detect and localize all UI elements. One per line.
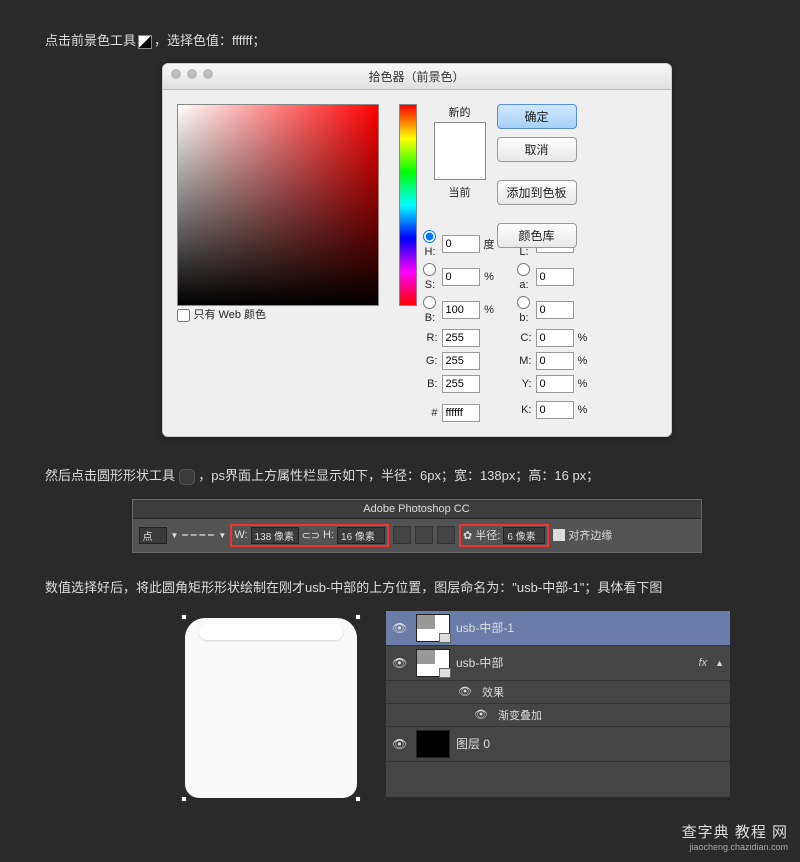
cancel-button[interactable]: 取消	[497, 137, 577, 162]
height-input[interactable]	[337, 527, 385, 544]
align-icon[interactable]	[415, 526, 433, 544]
visibility-icon[interactable]: 👁	[392, 621, 406, 635]
stroke-style[interactable]	[182, 534, 214, 536]
width-input[interactable]	[251, 527, 299, 544]
add-swatch-button[interactable]: 添加到色板	[497, 180, 577, 205]
unit-select[interactable]	[139, 527, 167, 544]
ok-button[interactable]: 确定	[497, 104, 577, 129]
layer-thumb	[416, 649, 450, 677]
radius-input[interactable]	[503, 527, 545, 544]
h-input[interactable]	[442, 235, 480, 253]
layer-row[interactable]: 👁 usb-中部 fx▲	[386, 646, 730, 681]
align-edges-checkbox[interactable]: ✓ 对齐边缘	[553, 527, 612, 543]
instruction-3: 数值选择好后，将此圆角矩形形状绘制在刚才usb-中部的上方位置，图层命名为："u…	[45, 577, 788, 596]
s-input[interactable]	[442, 268, 480, 286]
hex-input[interactable]	[442, 404, 480, 422]
fg-color-swatch	[138, 35, 152, 49]
window-controls[interactable]	[171, 69, 213, 79]
watermark: 查字典 教程 网 jiaocheng.chazidian.com	[682, 821, 788, 852]
s-radio[interactable]: S:	[423, 263, 438, 291]
b-input[interactable]	[442, 375, 480, 393]
instruction-2: 然后点击圆形形状工具 ，ps界面上方属性栏显示如下，半径：6px；宽：138px…	[45, 465, 788, 485]
color-field[interactable]	[177, 104, 379, 306]
layer-thumb	[416, 730, 450, 758]
effect-name: 渐变叠加	[498, 707, 542, 723]
layer-name: usb-中部-1	[456, 619, 514, 636]
visibility-icon[interactable]: 👁	[474, 708, 488, 721]
web-only-checkbox[interactable]: 只有 Web 颜色	[177, 309, 267, 321]
color-lib-button[interactable]: 颜色库	[497, 223, 577, 248]
layer-effects-row[interactable]: 👁 效果	[386, 681, 730, 704]
r-input[interactable]	[442, 329, 480, 347]
visibility-icon[interactable]: 👁	[392, 737, 406, 751]
visibility-icon[interactable]: 👁	[458, 685, 472, 698]
layer-name: usb-中部	[456, 654, 503, 671]
app-title: Adobe Photoshop CC	[133, 500, 701, 519]
link-icon[interactable]: ⊂⊃	[302, 529, 320, 542]
instruction-1: 点击前景色工具，选择色值：ffffff；	[45, 30, 788, 49]
layer-effect-item[interactable]: 👁 渐变叠加	[386, 704, 730, 727]
layer-thumb	[416, 614, 450, 642]
path-ops-icon[interactable]	[393, 526, 411, 544]
gear-icon[interactable]: ✿	[463, 529, 472, 542]
bv-input[interactable]	[442, 301, 480, 319]
color-preview	[434, 122, 486, 180]
layer-row-selected[interactable]: 👁 usb-中部-1	[386, 611, 730, 646]
canvas-shape-preview	[185, 618, 357, 798]
current-color-label: 当前	[423, 184, 497, 200]
hue-slider[interactable]	[399, 104, 417, 306]
new-color-label: 新的	[423, 104, 497, 120]
g-input[interactable]	[442, 352, 480, 370]
layer-row[interactable]: 👁 图层 0	[386, 727, 730, 762]
color-picker-dialog: 拾色器（前景色） 只有 Web 颜色 新的 当前 H: 度 L:	[162, 63, 672, 437]
arrange-icon[interactable]	[437, 526, 455, 544]
effects-label: 效果	[482, 684, 504, 700]
h-radio[interactable]: H:	[423, 230, 438, 258]
b-radio[interactable]: B:	[423, 296, 438, 324]
layer-name: 图层 0	[456, 735, 490, 752]
visibility-icon[interactable]: 👁	[392, 656, 406, 670]
options-bar: Adobe Photoshop CC ▼ ▼ W: ⊂⊃ H: ✿ 半径: ✓ …	[132, 499, 702, 553]
layers-panel: 👁 usb-中部-1 👁 usb-中部 fx▲ 👁 效果 👁 渐变叠加 👁	[385, 610, 731, 798]
fx-badge[interactable]: fx	[699, 657, 712, 669]
dialog-titlebar: 拾色器（前景色）	[163, 64, 671, 90]
rounded-rect-tool-icon	[179, 469, 195, 485]
